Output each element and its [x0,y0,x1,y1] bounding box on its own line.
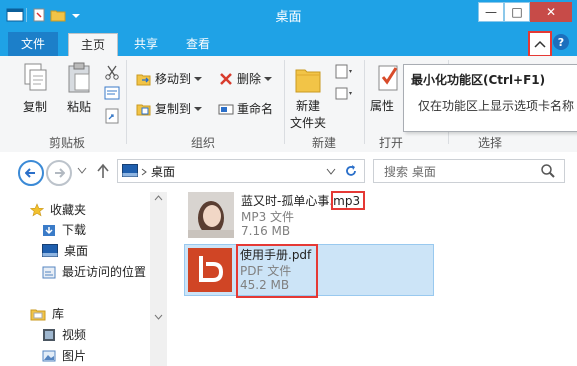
delete-button[interactable]: 删除 [218,70,273,87]
copy-button[interactable]: 复制 [16,62,54,115]
close-button[interactable]: ✕ [530,2,572,22]
delete-icon [220,72,232,85]
new-item-icon[interactable] [334,64,354,80]
copy-path-icon[interactable] [104,86,120,100]
nav-videos[interactable]: 视频 [42,326,86,343]
recent-places-icon [42,266,56,278]
help-icon[interactable]: ? [553,34,569,50]
address-row: 桌面 搜索 桌面 [0,152,577,192]
tooltip-title: 最小化功能区(Ctrl+F1) [411,73,546,87]
new-folder-button[interactable]: 新建 文件夹 [288,62,328,131]
title-bar: 桌面 — □ ✕ [0,0,577,30]
chevron-up-icon [534,40,546,48]
tab-file[interactable]: 文件 [8,32,58,56]
minimize-ribbon-tooltip: 最小化功能区(Ctrl+F1) 仅在功能区上显示选项卡名称 [403,64,577,132]
file-name: 蓝又时-孤单心事 [241,194,330,208]
new-group-label: 新建 [312,136,337,150]
search-placeholder: 搜索 桌面 [384,165,436,179]
search-icon[interactable] [540,163,556,179]
rename-icon [218,104,234,114]
tab-home[interactable]: 主页 [68,33,118,56]
pictures-icon [42,350,56,361]
new-folder-icon [295,69,321,93]
copy-to-button[interactable]: 复制到 [136,100,203,117]
rename-button[interactable]: 重命名 [218,100,273,117]
pdf-icon [188,248,232,292]
nav-desktop[interactable]: 桌面 [42,242,88,259]
move-to-button[interactable]: 移动到 [136,70,203,87]
copy-to-dropdown-icon [194,106,203,111]
file-type: MP3 文件 [241,210,295,224]
address-location: 桌面 [151,165,176,179]
minimize-button[interactable]: — [478,2,504,22]
cut-icon[interactable] [104,64,120,80]
paste-icon [68,62,90,93]
album-art-thumbnail [188,192,234,238]
minimize-ribbon-button[interactable] [528,31,552,57]
navigation-pane: 收藏夹 下载 桌面 最近访问的位置 库 视频 图片 [0,192,168,366]
nav-libraries[interactable]: 库 [30,305,64,322]
nav-scrollbar[interactable] [150,192,167,366]
breadcrumb-chevron-icon [141,168,147,176]
forward-arrow-icon [55,168,65,178]
desktop-icon [42,244,58,257]
forward-button[interactable] [46,160,72,186]
paste-shortcut-icon[interactable] [104,108,120,124]
copy-to-icon [136,104,151,115]
videos-icon [43,328,55,341]
paste-button[interactable]: 粘贴 [60,62,98,115]
select-group-label: 选择 [478,136,503,150]
scroll-down-icon[interactable] [154,314,163,320]
desktop-location-icon [122,164,138,177]
search-box[interactable]: 搜索 桌面 [373,159,565,183]
tab-view[interactable]: 查看 [176,33,220,55]
nav-favorites[interactable]: 收藏夹 [30,201,86,218]
refresh-icon[interactable] [344,164,358,178]
nav-recent[interactable]: 最近访问的位置 [42,263,146,280]
recent-locations-icon[interactable] [77,167,87,175]
copy-icon [24,63,47,91]
nav-pictures[interactable]: 图片 [42,347,86,364]
easy-access-icon[interactable] [334,86,354,102]
move-to-dropdown-icon [194,76,203,81]
tooltip-description: 仅在功能区上显示选项卡名称 [418,99,575,113]
maximize-button[interactable]: □ [504,2,530,22]
file-list: 蓝又时-孤单心事.mp3 MP3 文件 7.16 MB 使用手册.pdf PDF… [168,191,577,366]
delete-dropdown-icon [264,76,273,81]
address-bar[interactable]: 桌面 [117,159,365,183]
properties-button[interactable]: 属性 [370,62,406,114]
back-button[interactable] [18,160,44,186]
star-icon [30,202,44,216]
clipboard-group-label: 剪贴板 [49,136,86,150]
highlight-extension [331,191,365,210]
tab-share[interactable]: 共享 [124,33,168,55]
highlight-pdf-info [236,244,318,298]
scroll-up-icon[interactable] [154,195,163,201]
organize-group-label: 组织 [191,136,216,150]
properties-icon [378,65,398,91]
up-arrow-icon[interactable] [96,163,110,179]
back-arrow-icon [25,168,35,178]
move-to-icon [136,74,151,85]
open-group-label: 打开 [379,136,404,150]
file-size: 7.16 MB [241,224,291,238]
address-dropdown-icon[interactable] [326,168,336,175]
libraries-icon [30,309,46,320]
nav-downloads[interactable]: 下载 [42,221,86,238]
ribbon-tab-bar: 文件 主页 共享 查看 [0,30,577,56]
downloads-icon [43,224,55,236]
